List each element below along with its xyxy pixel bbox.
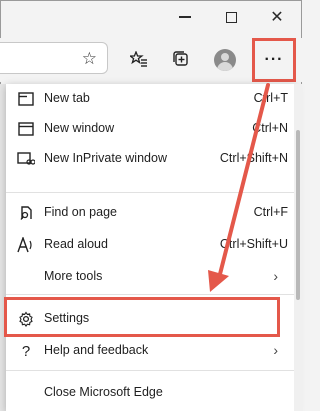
read-aloud-icon (16, 235, 36, 255)
menu-item-read-aloud[interactable]: Read aloud Ctrl+Shift+U (6, 230, 296, 260)
menu-item-new-window[interactable]: New window Ctrl+N (6, 114, 296, 144)
new-window-icon (16, 119, 36, 139)
menu-item-label: New window (44, 121, 115, 135)
avatar-head (221, 53, 229, 61)
menu-item-label: More tools (44, 269, 103, 283)
favorites-button[interactable] (126, 46, 152, 72)
menu-item-close-microsoft-edge[interactable]: Close Microsoft Edge (6, 378, 296, 408)
chevron-right-icon: › (273, 268, 278, 284)
menu-item-label: Close Microsoft Edge (44, 385, 163, 399)
menu-item-shortcut: Ctrl+N (252, 121, 288, 135)
menu-item-new-tab[interactable]: New tab Ctrl+T (6, 84, 296, 114)
browser-toolbar: ☆ ··· (0, 38, 302, 82)
minimize-button[interactable] (170, 6, 200, 28)
menu-item-label: New InPrivate window (44, 151, 167, 165)
window-controls: ✕ (0, 0, 302, 34)
new-tab-icon (16, 89, 36, 109)
find-icon (16, 203, 36, 223)
chevron-right-icon: › (273, 342, 278, 358)
settings-and-more-button[interactable]: ··· (252, 38, 296, 82)
menu-divider (6, 192, 296, 193)
settings-menu: New tab Ctrl+T New window Ctrl+N New InP… (6, 84, 296, 411)
menu-divider (6, 294, 296, 295)
help-icon: ? (16, 341, 36, 361)
more-icon: ··· (264, 51, 284, 68)
menu-item-find-on-page[interactable]: Find on page Ctrl+F (6, 198, 296, 228)
menu-item-label: New tab (44, 91, 90, 105)
menu-item-label: Help and feedback (44, 343, 149, 357)
menu-item-shortcut: Ctrl+Shift+N (219, 151, 288, 165)
settings-highlight-box (4, 297, 280, 337)
address-bar[interactable]: ☆ (0, 42, 108, 74)
menu-item-label: Find on page (44, 205, 117, 219)
maximize-button[interactable] (216, 6, 246, 28)
collections-icon (173, 51, 188, 66)
avatar-body (217, 62, 233, 71)
collections-button[interactable] (168, 46, 194, 72)
scrollbar-thumb[interactable] (296, 130, 300, 300)
favorites-list-icon (130, 51, 147, 67)
maximize-icon (225, 11, 237, 23)
menu-divider (6, 370, 296, 371)
menu-item-more-tools[interactable]: More tools › (6, 262, 296, 292)
minimize-icon (179, 16, 191, 18)
profile-avatar[interactable] (214, 49, 236, 71)
menu-item-help-and-feedback[interactable]: ? Help and feedback › (6, 336, 296, 366)
menu-item-label: Read aloud (44, 237, 108, 251)
question-mark: ? (21, 342, 31, 360)
favorite-star-icon[interactable]: ☆ (82, 49, 97, 69)
close-window-button[interactable]: ✕ (262, 6, 292, 28)
menu-item-shortcut: Ctrl+F (253, 205, 288, 219)
inprivate-icon (16, 149, 36, 169)
menu-item-shortcut: Ctrl+T (253, 91, 288, 105)
menu-item-shortcut: Ctrl+Shift+U (219, 237, 288, 251)
menu-item-new-inprivate-window[interactable]: New InPrivate window Ctrl+Shift+N (6, 144, 296, 174)
close-icon: ✕ (270, 9, 284, 26)
